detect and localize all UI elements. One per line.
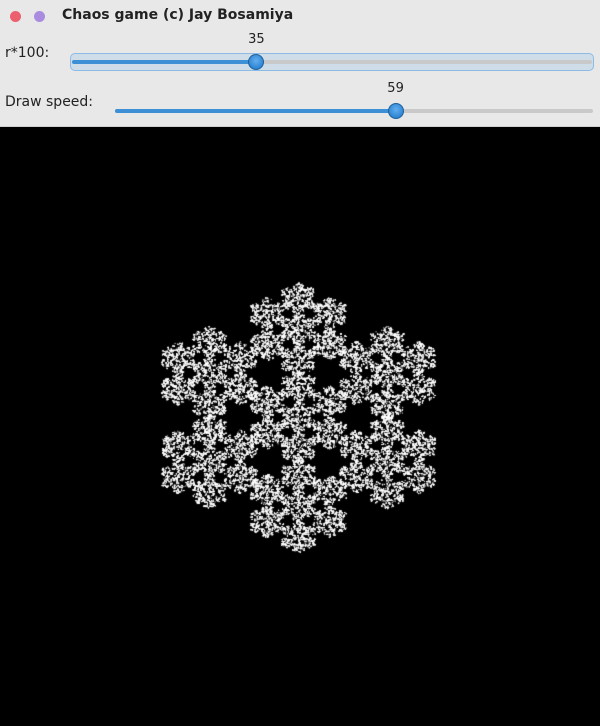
controls-panel: r*100: 35 Draw speed: 59	[0, 32, 600, 127]
speed-slider-fill	[115, 109, 396, 113]
title-bar: Chaos game (c) Jay Bosamiya	[0, 0, 600, 32]
speed-slider[interactable]: 59	[115, 81, 593, 121]
fractal-canvas-area	[0, 127, 600, 726]
speed-slider-handle[interactable]	[387, 103, 404, 119]
minimize-icon[interactable]	[34, 11, 45, 22]
r-slider-fill	[72, 60, 257, 64]
chaos-game-fractal	[0, 127, 600, 726]
window-title: Chaos game (c) Jay Bosamiya	[62, 7, 294, 23]
speed-value: 59	[387, 81, 404, 96]
close-icon[interactable]	[10, 11, 21, 22]
r-label: r*100:	[5, 45, 50, 61]
speed-label: Draw speed:	[5, 94, 94, 110]
r-slider[interactable]: 35	[70, 32, 594, 72]
r-value: 35	[248, 32, 265, 47]
